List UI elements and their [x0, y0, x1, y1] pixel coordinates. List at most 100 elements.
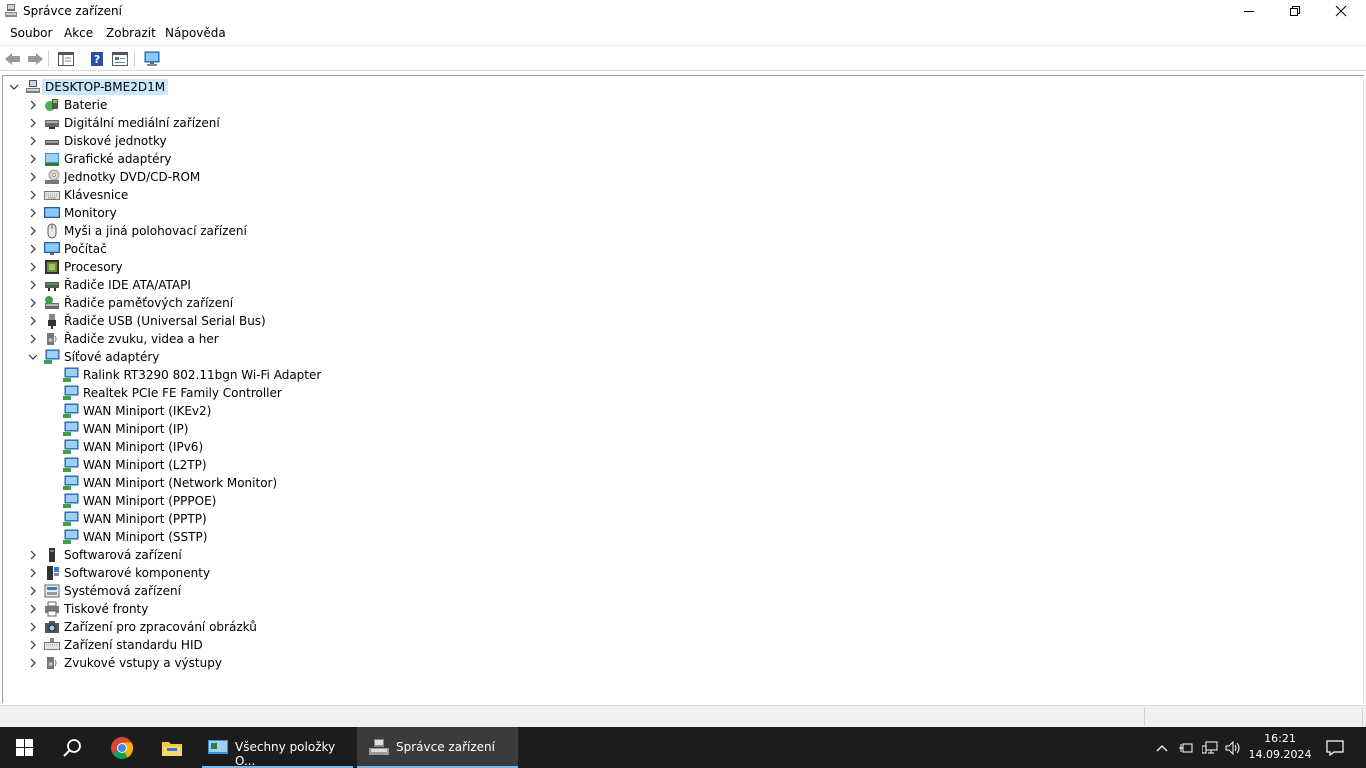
- tree-category-label: Tiskové fronty: [64, 602, 149, 616]
- tree-category-label: Myši a jiná polohovací zařízení: [64, 224, 247, 238]
- tree-category-display-adapters[interactable]: Grafické adaptéry: [3, 150, 303, 168]
- help-button[interactable]: ?: [87, 49, 107, 69]
- close-button[interactable]: [1318, 0, 1364, 22]
- tree-device-label: Realtek PCIe FE Family Controller: [83, 386, 282, 400]
- chevron-right-icon[interactable]: [28, 568, 38, 578]
- tree-device-row[interactable]: WAN Miniport (IP): [3, 420, 323, 438]
- chevron-right-icon[interactable]: [28, 190, 38, 200]
- chevron-right-icon[interactable]: [28, 208, 38, 218]
- storage-controller-icon: [45, 296, 59, 309]
- tray-device-button[interactable]: [1175, 727, 1197, 768]
- tree-device-label: WAN Miniport (PPPOE): [83, 494, 217, 508]
- back-arrow-icon: [5, 53, 20, 65]
- chevron-right-icon[interactable]: [28, 604, 38, 614]
- tree-device-row[interactable]: WAN Miniport (PPPOE): [3, 492, 323, 510]
- tree-device-row[interactable]: WAN Miniport (IKEv2): [3, 402, 323, 420]
- chevron-down-icon[interactable]: [9, 82, 19, 92]
- tree-device-row[interactable]: WAN Miniport (Network Monitor): [3, 474, 323, 492]
- chevron-right-icon[interactable]: [28, 280, 38, 290]
- tree-device-row[interactable]: Ralink RT3290 802.11bgn Wi-Fi Adapter: [3, 366, 323, 384]
- tree-category-ide-controllers[interactable]: Řadiče IDE ATA/ATAPI: [3, 276, 303, 294]
- status-bar: [0, 705, 1366, 727]
- tree-category-network-adapters[interactable]: Síťové adaptéry: [3, 348, 303, 366]
- tree-device-row[interactable]: WAN Miniport (SSTP): [3, 528, 323, 546]
- chevron-right-icon[interactable]: [28, 100, 38, 110]
- tree-category-dvd-cdrom[interactable]: Jednotky DVD/CD-ROM: [3, 168, 303, 186]
- tree-device-label: WAN Miniport (IPv6): [83, 440, 204, 454]
- tree-category-processors[interactable]: Procesory: [3, 258, 303, 276]
- tree-category-disk-drives[interactable]: Diskové jednotky: [3, 132, 303, 150]
- chevron-right-icon[interactable]: [28, 622, 38, 632]
- tree-category-system-devices[interactable]: Systémová zařízení: [3, 582, 303, 600]
- chevron-right-icon[interactable]: [28, 136, 38, 146]
- tree-category-software-devices[interactable]: Softwarová zařízení: [3, 546, 303, 564]
- properties-icon: [112, 52, 128, 66]
- tree-device-row[interactable]: WAN Miniport (PPTP): [3, 510, 323, 528]
- tree-category-mice[interactable]: Myši a jiná polohovací zařízení: [3, 222, 303, 240]
- tree-category-print-queues[interactable]: Tiskové fronty: [3, 600, 303, 618]
- chevron-right-icon[interactable]: [28, 118, 38, 128]
- tree-category-software-components[interactable]: Softwarové komponenty: [3, 564, 303, 582]
- tree-root-row[interactable]: DESKTOP-BME2D1M: [3, 78, 303, 96]
- chevron-right-icon[interactable]: [28, 640, 38, 650]
- media-device-icon: [45, 120, 59, 129]
- tree-category-label: Síťové adaptéry: [64, 350, 160, 364]
- tree-device-row[interactable]: WAN Miniport (L2TP): [3, 456, 323, 474]
- tree-category-computer[interactable]: Počítač: [3, 240, 303, 258]
- properties-button[interactable]: [110, 49, 130, 69]
- network-adapter-icon: [63, 529, 79, 544]
- chrome-taskbar-button[interactable]: [98, 727, 146, 768]
- chevron-right-icon[interactable]: [28, 262, 38, 272]
- tree-category-keyboards[interactable]: Klávesnice: [3, 186, 303, 204]
- search-button[interactable]: [48, 727, 96, 768]
- restore-button[interactable]: [1272, 0, 1318, 22]
- chevron-right-icon[interactable]: [28, 298, 38, 308]
- show-hide-console-tree-button[interactable]: [56, 49, 76, 69]
- tree-device-row[interactable]: WAN Miniport (IPv6): [3, 438, 323, 456]
- back-button[interactable]: [3, 49, 23, 69]
- tree-category-baterie[interactable]: Baterie: [3, 96, 303, 114]
- chevron-right-icon[interactable]: [28, 550, 38, 560]
- tree-category-sound-video-game[interactable]: Řadiče zvuku, videa a her: [3, 330, 303, 348]
- volume-tray-button[interactable]: [1223, 727, 1245, 768]
- tree-device-row[interactable]: Realtek PCIe FE Family Controller: [3, 384, 323, 402]
- minimize-button[interactable]: [1226, 0, 1272, 22]
- file-explorer-taskbar-button[interactable]: [148, 727, 196, 768]
- chevron-right-icon[interactable]: [28, 226, 38, 236]
- tree-category-hid[interactable]: Zařízení standardu HID: [3, 636, 303, 654]
- taskbar-task-control-panel[interactable]: Všechny položky O...: [202, 727, 353, 768]
- network-tray-button[interactable]: [1199, 727, 1221, 768]
- chevron-right-icon[interactable]: [28, 172, 38, 182]
- scan-hardware-button[interactable]: [142, 49, 162, 69]
- chevron-right-icon[interactable]: [28, 586, 38, 596]
- tree-category-usb-controllers[interactable]: Řadiče USB (Universal Serial Bus): [3, 312, 303, 330]
- device-manager-window: Správce zařízení Soubor Akce Zobrazit Ná…: [0, 0, 1366, 768]
- chevron-down-icon[interactable]: [28, 352, 38, 362]
- menu-zobrazit[interactable]: Zobrazit: [106, 26, 156, 40]
- chevron-right-icon[interactable]: [28, 244, 38, 254]
- chevron-right-icon[interactable]: [28, 334, 38, 344]
- start-button[interactable]: [0, 727, 48, 768]
- chevron-right-icon[interactable]: [28, 658, 38, 668]
- tree-category-storage-controllers[interactable]: Řadiče paměťových zařízení: [3, 294, 303, 312]
- chevron-right-icon[interactable]: [28, 316, 38, 326]
- taskbar-task-device-manager[interactable]: Správce zařízení: [357, 727, 518, 768]
- tree-category-audio-inputs-outputs[interactable]: Zvukové vstupy a výstupy: [3, 654, 303, 672]
- clock-date: 14.09.2024: [1248, 748, 1312, 761]
- taskbar-clock[interactable]: 16:21 14.09.2024: [1244, 731, 1316, 763]
- show-hidden-icons-button[interactable]: [1152, 727, 1172, 768]
- menu-soubor[interactable]: Soubor: [10, 26, 52, 40]
- network-adapter-icon: [63, 367, 79, 382]
- tree-category-digital-media[interactable]: Digitální mediální zařízení: [3, 114, 303, 132]
- forward-button[interactable]: [25, 49, 45, 69]
- tree-category-imaging-devices[interactable]: Zařízení pro zpracování obrázků: [3, 618, 303, 636]
- menu-napoveda[interactable]: Nápověda: [165, 26, 226, 40]
- chevron-right-icon[interactable]: [28, 154, 38, 164]
- menu-akce[interactable]: Akce: [64, 26, 93, 40]
- system-device-icon: [44, 584, 60, 598]
- tree-category-monitors[interactable]: Monitory: [3, 204, 303, 222]
- network-adapter-icon: [44, 349, 60, 364]
- tree-category-label: Softwarové komponenty: [64, 566, 211, 580]
- tree-category-label: Baterie: [64, 98, 108, 112]
- action-center-button[interactable]: [1318, 727, 1352, 768]
